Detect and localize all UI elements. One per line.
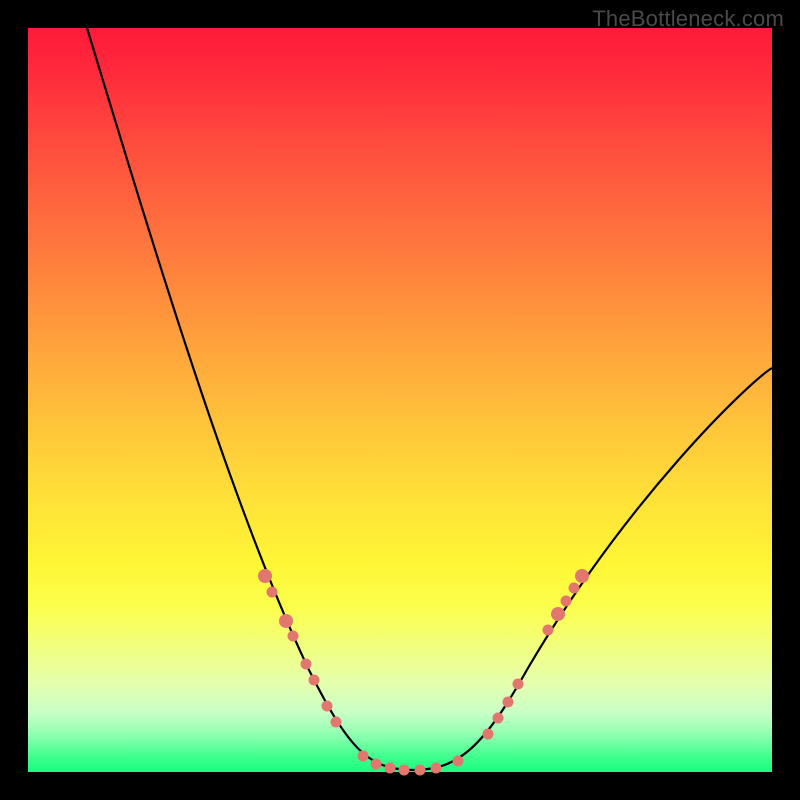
data-marker [503,697,514,708]
chart-svg [28,28,772,772]
data-marker [415,765,426,776]
data-marker [279,614,293,628]
data-marker [267,587,278,598]
data-marker [453,756,464,767]
data-marker [561,596,572,607]
data-marker [513,679,524,690]
data-marker [371,759,382,770]
data-marker [331,717,342,728]
data-marker [493,713,504,724]
data-marker [258,569,272,583]
data-marker [288,631,299,642]
data-marker [385,763,396,774]
data-marker [543,625,554,636]
data-marker [575,569,589,583]
data-marker [301,659,312,670]
marker-group [258,569,589,776]
data-marker [358,751,369,762]
watermark-text: TheBottleneck.com [592,6,784,32]
chart-frame: TheBottleneck.com [0,0,800,800]
data-marker [322,701,333,712]
data-marker [483,729,494,740]
data-marker [309,675,320,686]
data-marker [551,607,565,621]
data-marker [569,583,580,594]
data-marker [399,765,410,776]
bottleneck-curve [87,28,772,770]
data-marker [431,763,442,774]
